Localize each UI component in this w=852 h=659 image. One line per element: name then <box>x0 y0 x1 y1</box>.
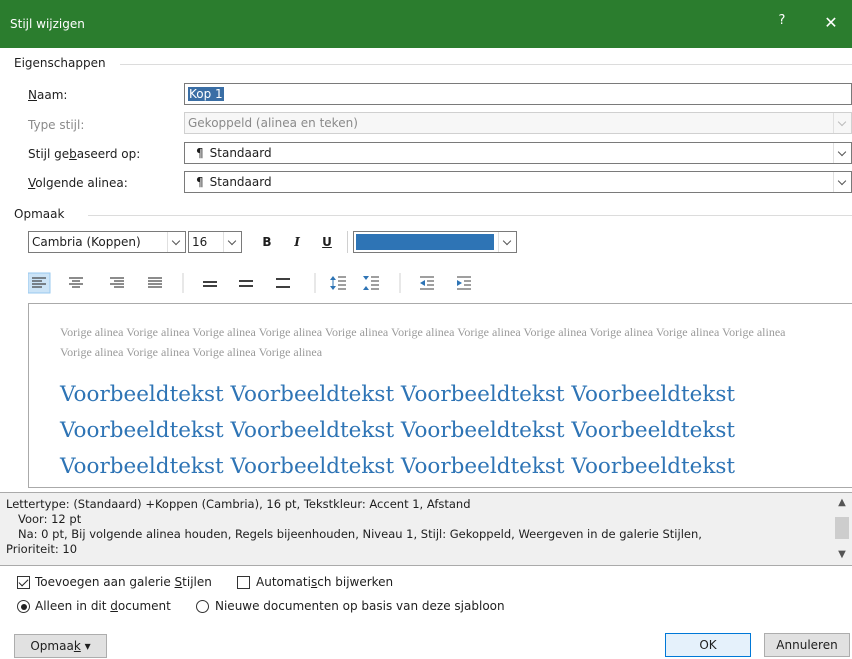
cancel-button[interactable]: Annuleren <box>764 633 850 657</box>
pilcrow-icon: ¶ <box>196 146 204 160</box>
add-to-gallery-checkbox[interactable] <box>17 576 30 589</box>
decrease-indent-icon <box>420 276 434 290</box>
chevron-down-icon[interactable] <box>833 143 851 163</box>
font-color-select[interactable] <box>353 231 517 253</box>
chevron-up-icon[interactable]: ▲ <box>832 495 852 511</box>
chevron-down-icon[interactable]: ▼ <box>832 547 852 563</box>
paragraph-toolbar-icons <box>27 272 471 294</box>
title-bar: Stijl wijzigen ? ✕ <box>0 0 852 48</box>
auto-update-checkbox[interactable] <box>237 576 250 589</box>
format-divider <box>88 215 852 216</box>
increase-indent-icon <box>457 276 471 290</box>
dialog-title: Stijl wijzigen <box>10 17 85 31</box>
add-to-gallery-label[interactable]: Toevoegen aan galerie Stijlen <box>35 575 212 589</box>
next-paragraph-value: Standaard <box>209 175 272 189</box>
bold-button[interactable]: B <box>256 231 278 253</box>
name-input[interactable]: Kop 1 <box>184 83 852 105</box>
only-this-document-radio[interactable] <box>17 600 30 613</box>
type-select: Gekoppeld (alinea en teken) <box>184 112 852 134</box>
new-documents-radio[interactable] <box>196 600 209 613</box>
single-spacing-icon <box>203 281 217 287</box>
underline-button[interactable]: U <box>316 231 338 253</box>
ok-button[interactable]: OK <box>665 633 751 657</box>
pilcrow-icon: ¶ <box>196 175 204 189</box>
chevron-down-icon[interactable] <box>833 172 851 192</box>
font-size-select[interactable]: 16 <box>188 231 242 253</box>
space-before-icon <box>330 276 346 290</box>
scrollbar-thumb[interactable] <box>835 517 849 539</box>
sample-text: Voorbeeldtekst Voorbeeldtekst Voorbeeldt… <box>60 382 736 479</box>
font-size-value: 16 <box>192 235 208 249</box>
next-paragraph-label: Volgende alinea: <box>28 176 128 190</box>
based-on-value: Standaard <box>209 146 272 160</box>
align-right-icon <box>110 277 124 288</box>
description-line: Lettertype: (Standaard) +Koppen (Cambria… <box>6 497 471 511</box>
one-half-spacing-icon <box>239 280 253 287</box>
close-button[interactable]: ✕ <box>820 12 842 34</box>
space-after-icon <box>363 276 379 290</box>
based-on-label: Stijl gebaseerd op: <box>28 147 141 161</box>
color-swatch <box>356 234 494 250</box>
align-center-icon <box>69 277 83 288</box>
format-menu-button[interactable]: Opmaak ▾ <box>14 634 107 658</box>
double-spacing-icon <box>276 278 290 288</box>
type-label: Type stijl: <box>28 118 85 132</box>
properties-divider <box>120 64 852 65</box>
chevron-down-icon <box>833 113 851 133</box>
properties-group-label: Eigenschappen <box>14 56 106 70</box>
previous-paragraph-text: Vorige alinea Vorige alinea Vorige aline… <box>60 325 786 359</box>
new-documents-label[interactable]: Nieuwe documenten op basis van deze sjab… <box>215 599 505 613</box>
style-description: Lettertype: (Standaard) +Koppen (Cambria… <box>0 492 852 566</box>
italic-button[interactable]: I <box>286 231 308 253</box>
font-select[interactable]: Cambria (Koppen) <box>28 231 186 253</box>
description-line: Prioriteit: 10 <box>6 542 78 556</box>
paragraph-toolbar <box>27 271 471 295</box>
next-paragraph-select[interactable]: ¶ Standaard <box>184 171 852 193</box>
based-on-select[interactable]: ¶ Standaard <box>184 142 852 164</box>
chevron-down-icon[interactable] <box>167 232 185 252</box>
only-this-document-label[interactable]: Alleen in dit document <box>35 599 171 613</box>
description-line: Voor: 12 pt <box>18 512 82 526</box>
format-group-label: Opmaak <box>14 207 65 221</box>
toolbar-divider <box>347 231 348 253</box>
chevron-down-icon[interactable] <box>223 232 241 252</box>
help-button[interactable]: ? <box>772 13 792 33</box>
align-left-button[interactable] <box>27 272 51 294</box>
chevron-down-icon[interactable] <box>498 232 516 252</box>
auto-update-label[interactable]: Automatisch bijwerken <box>256 575 393 589</box>
style-preview: Vorige alinea Vorige alinea Vorige aline… <box>28 303 852 488</box>
name-label: Naam: <box>28 88 68 102</box>
description-line: Na: 0 pt, Bij volgende alinea houden, Re… <box>18 527 702 541</box>
name-value: Kop 1 <box>188 87 224 101</box>
font-value: Cambria (Koppen) <box>32 235 141 249</box>
justify-icon <box>148 277 162 288</box>
type-value: Gekoppeld (alinea en teken) <box>188 116 358 130</box>
description-scrollbar[interactable]: ▲ ▼ <box>832 493 852 565</box>
